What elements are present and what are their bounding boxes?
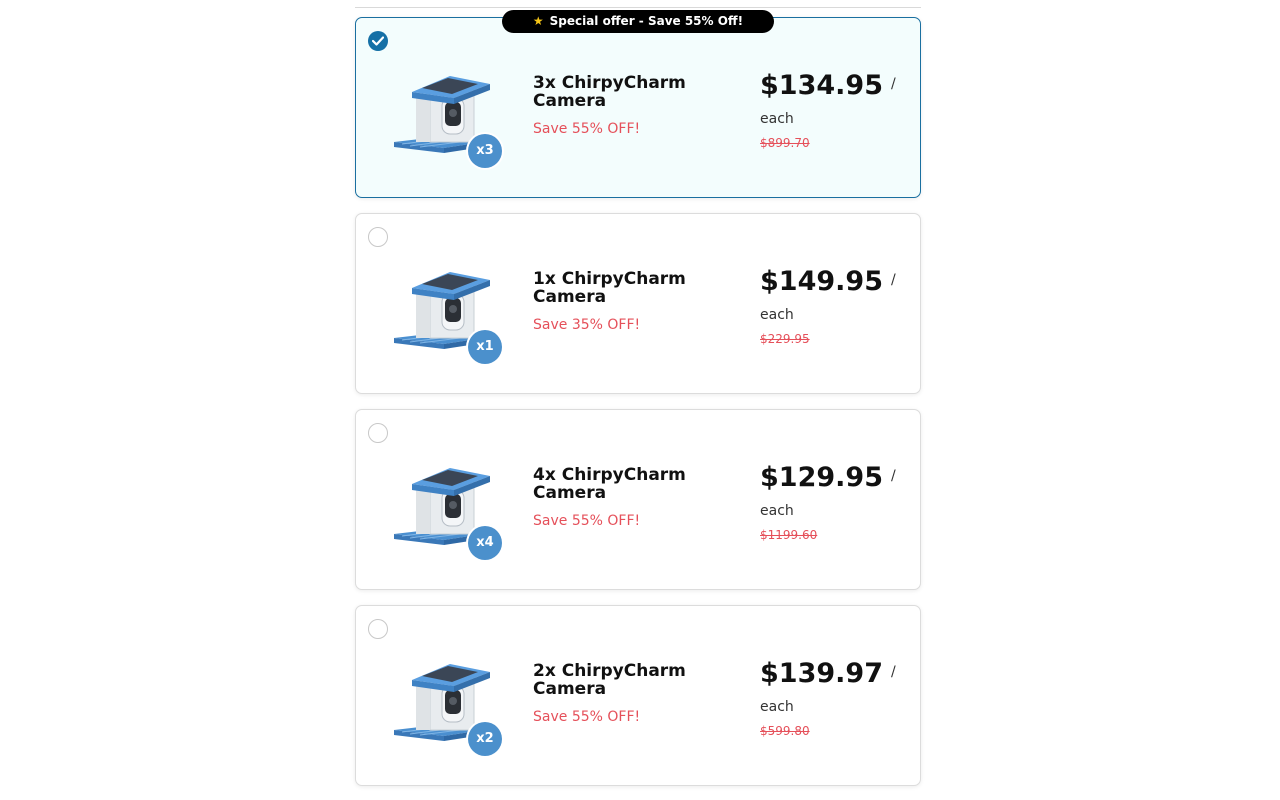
price-value: $149.95 <box>760 266 883 297</box>
special-offer-text: Special offer - Save 55% Off! <box>549 14 744 28</box>
radio-unchecked[interactable] <box>368 423 388 443</box>
price-slash: / <box>890 272 896 288</box>
original-price: $899.70 <box>760 136 810 150</box>
quantity-badge: x3 <box>468 134 502 168</box>
save-label: Save 55% OFF! <box>533 121 641 137</box>
save-label: Save 35% OFF! <box>533 317 641 333</box>
star-icon: ★ <box>532 14 544 28</box>
original-price: $599.80 <box>760 724 810 738</box>
price-value: $134.95 <box>760 70 883 101</box>
price-slash: / <box>890 468 896 484</box>
package-option-4x[interactable]: x4 4x ChirpyCharm Camera Save 55% OFF! $… <box>355 409 921 590</box>
package-title: 1x ChirpyCharm Camera <box>533 269 686 307</box>
package-option-3x[interactable]: ★ Special offer - Save 55% Off! x3 3x Chi… <box>355 10 921 198</box>
unit-label: each <box>760 503 794 519</box>
top-divider <box>355 7 921 8</box>
price: $139.97 / <box>760 658 896 689</box>
package-option-2x[interactable]: x2 2x ChirpyCharm Camera Save 55% OFF! $… <box>355 605 921 786</box>
quantity-badge: x2 <box>468 722 502 756</box>
price: $134.95 / <box>760 70 896 101</box>
price-slash: / <box>890 664 896 680</box>
unit-label: each <box>760 111 794 127</box>
price: $129.95 / <box>760 462 896 493</box>
radio-unchecked[interactable] <box>368 227 388 247</box>
unit-label: each <box>760 699 794 715</box>
price: $149.95 / <box>760 266 896 297</box>
unit-label: each <box>760 307 794 323</box>
special-offer-badge: ★ Special offer - Save 55% Off! <box>502 10 774 33</box>
quantity-badge: x1 <box>468 330 502 364</box>
price-value: $139.97 <box>760 658 883 689</box>
radio-checked[interactable] <box>368 31 388 51</box>
save-label: Save 55% OFF! <box>533 709 641 725</box>
price-value: $129.95 <box>760 462 883 493</box>
package-title: 2x ChirpyCharm Camera <box>533 661 686 699</box>
package-title: 3x ChirpyCharm Camera <box>533 73 686 111</box>
price-slash: / <box>890 76 896 92</box>
original-price: $1199.60 <box>760 528 818 542</box>
save-label: Save 55% OFF! <box>533 513 641 529</box>
quantity-badge: x4 <box>468 526 502 560</box>
original-price: $229.95 <box>760 332 810 346</box>
package-option-1x[interactable]: x1 1x ChirpyCharm Camera Save 35% OFF! $… <box>355 213 921 394</box>
package-title: 4x ChirpyCharm Camera <box>533 465 686 503</box>
radio-unchecked[interactable] <box>368 619 388 639</box>
check-icon <box>372 36 384 46</box>
